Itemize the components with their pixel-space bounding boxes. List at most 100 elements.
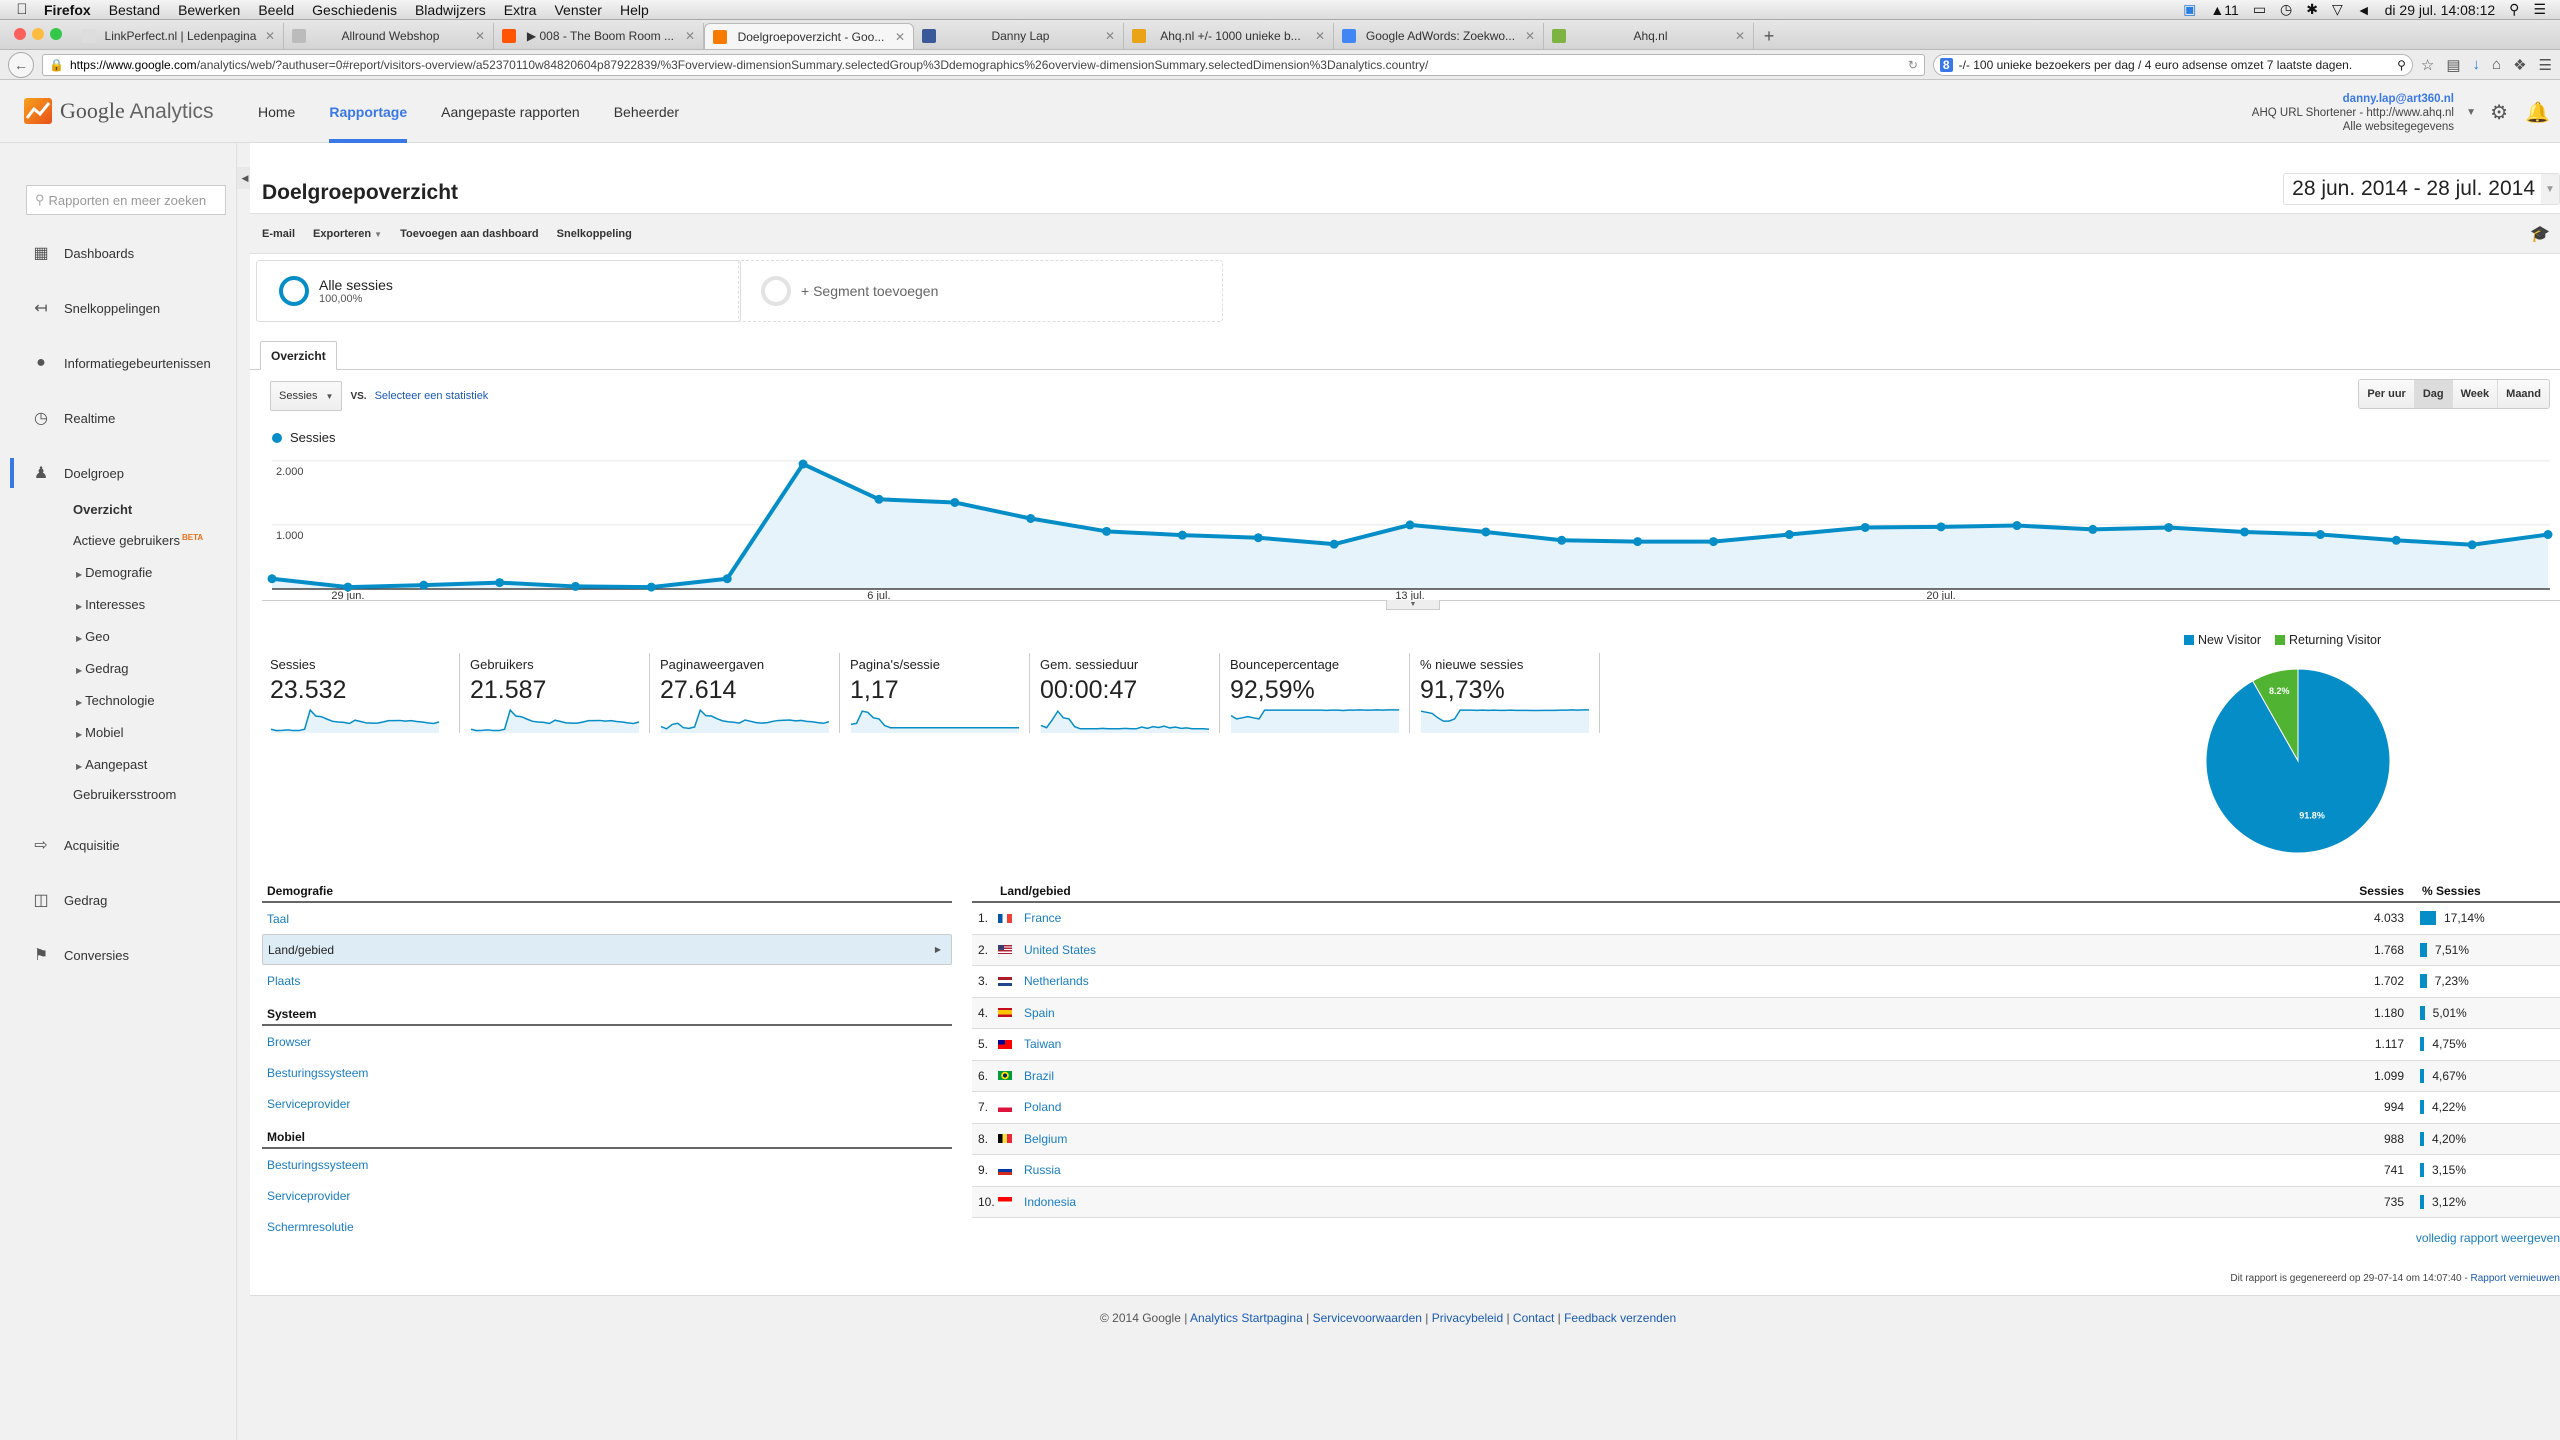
data-point[interactable] — [1177, 530, 1187, 540]
sidebar-item-shortcuts[interactable]: ↤ Snelkoppelingen — [10, 293, 237, 323]
view-full-report-link[interactable]: volledig rapport weergeven — [2416, 1231, 2560, 1245]
data-point[interactable] — [874, 494, 884, 504]
notification-center-icon[interactable]: ☰ — [2533, 1, 2546, 18]
col-pct-sessions[interactable]: % Sessies — [2404, 884, 2560, 898]
dimension-link[interactable]: Besturingssysteem — [262, 1057, 952, 1088]
pie-slice-new-visitor[interactable] — [2205, 668, 2391, 854]
tab-active[interactable]: Doelgroepoverzicht - Goo... ✕ — [704, 23, 914, 49]
sidebar-sub-user-flow[interactable]: Gebruikersstroom — [73, 787, 176, 802]
footer-link[interactable]: Feedback verzenden — [1564, 1311, 1676, 1325]
notifications-bell-icon[interactable]: 🔔 — [2525, 100, 2550, 125]
browser-tab[interactable]: Ahq.nl +/- 1000 unieke b... ✕ — [1124, 23, 1334, 49]
granularity-day[interactable]: Dag — [2413, 380, 2452, 408]
email-button[interactable]: E-mail — [262, 228, 295, 240]
close-tab-icon[interactable]: ✕ — [475, 29, 485, 43]
country-link[interactable]: Netherlands — [1024, 974, 2324, 988]
export-button[interactable]: Exporteren ▼ — [313, 228, 382, 240]
data-point[interactable] — [1557, 535, 1567, 545]
back-button[interactable]: ← — [8, 51, 34, 78]
sidebar-sub-technologie[interactable]: ▶ Technologie — [76, 693, 155, 708]
footer-link[interactable]: Analytics Startpagina — [1190, 1311, 1303, 1325]
data-point[interactable] — [798, 459, 808, 469]
close-tab-icon[interactable]: ✕ — [265, 29, 275, 43]
data-point[interactable] — [2012, 521, 2022, 531]
close-window-button[interactable] — [14, 28, 26, 40]
refresh-report-link[interactable]: Rapport vernieuwen — [2471, 1273, 2560, 1284]
data-point[interactable] — [2543, 530, 2553, 540]
menu-item[interactable]: Beeld — [258, 2, 294, 18]
segment-all-sessions[interactable]: Alle sessies 100,00% — [256, 260, 741, 322]
country-link[interactable]: Poland — [1024, 1100, 2324, 1114]
adobe-icon[interactable]: ▲11 — [2210, 2, 2238, 18]
sidebar-item-behavior[interactable]: ◫ Gedrag — [10, 885, 237, 915]
sidebar-item-dashboards[interactable]: ▦ Dashboards — [10, 238, 237, 268]
close-tab-icon[interactable]: ✕ — [1525, 29, 1535, 43]
legend-new-visitor[interactable]: New Visitor — [2184, 633, 2261, 647]
data-point[interactable] — [2164, 522, 2174, 532]
country-link[interactable]: Russia — [1024, 1163, 2324, 1177]
magnifier-icon[interactable]: ⚲ — [2397, 58, 2406, 72]
nav-beheerder[interactable]: Beheerder — [614, 80, 679, 143]
col-country[interactable]: Land/gebied — [972, 884, 2324, 898]
granularity-month[interactable]: Maand — [2497, 380, 2549, 408]
teamviewer-icon[interactable]: ▣ — [2183, 1, 2196, 18]
bookmark-star-icon[interactable]: ☆ — [2421, 56, 2434, 74]
browser-tab[interactable]: Google AdWords: Zoekwo... ✕ — [1334, 23, 1544, 49]
table-row[interactable]: 8. Belgium 988 4,20% — [972, 1123, 2560, 1155]
shortcut-button[interactable]: Snelkoppeling — [557, 228, 632, 240]
sidebar-item-realtime[interactable]: ◷ Realtime — [10, 403, 237, 433]
data-point[interactable] — [1405, 520, 1415, 530]
data-point[interactable] — [1329, 539, 1339, 549]
select-statistic-link[interactable]: Selecteer een statistiek — [375, 390, 489, 402]
add-to-dashboard-button[interactable]: Toevoegen aan dashboard — [400, 228, 539, 240]
data-point[interactable] — [646, 582, 656, 592]
table-row[interactable]: 10. Indonesia 735 3,12% — [972, 1186, 2560, 1218]
menu-item[interactable]: Extra — [504, 2, 537, 18]
menu-item[interactable]: Venster — [554, 2, 601, 18]
data-point[interactable] — [495, 578, 505, 588]
data-point[interactable] — [1026, 514, 1036, 523]
legend-returning-visitor[interactable]: Returning Visitor — [2274, 633, 2381, 647]
sidebar-sub-aangepast[interactable]: ▶ Aangepast — [76, 757, 147, 772]
reading-list-icon[interactable]: ▤ — [2446, 56, 2460, 74]
sidebar-sub-mobiel[interactable]: ▶ Mobiel — [76, 725, 123, 740]
data-point[interactable] — [2240, 527, 2250, 537]
download-icon[interactable]: ↓ — [2473, 56, 2481, 74]
dimension-link[interactable]: Plaats — [262, 965, 952, 996]
country-link[interactable]: Spain — [1024, 1006, 2324, 1020]
dimension-link[interactable]: Serviceprovider — [262, 1088, 952, 1119]
table-row[interactable]: 4. Spain 1.180 5,01% — [972, 997, 2560, 1029]
settings-gear-icon[interactable]: ⚙ — [2490, 100, 2508, 125]
dimension-link[interactable]: Browser — [262, 1026, 952, 1057]
volume-icon[interactable]: ◄ — [2357, 2, 2371, 18]
search-bar[interactable]: 8 -/- 100 unieke bezoekers per dag / 4 e… — [1932, 53, 2413, 76]
metric-card[interactable]: Gebruikers 21.587 — [460, 653, 650, 733]
data-point[interactable] — [1102, 526, 1112, 536]
sidebar-sub-active-users[interactable]: Actieve gebruikers BETA — [73, 533, 203, 548]
menu-item[interactable]: Bewerken — [178, 2, 240, 18]
dimension-link[interactable]: Land/gebied ▶ — [262, 934, 952, 965]
sidebar-sub-interesses[interactable]: ▶ Interesses — [76, 597, 145, 612]
data-point[interactable] — [1633, 537, 1643, 547]
table-row[interactable]: 2. United States 1.768 7,51% — [972, 934, 2560, 966]
academy-cap-icon[interactable]: 🎓 — [2530, 224, 2550, 244]
browser-tab[interactable]: Allround Webshop ✕ — [284, 23, 494, 49]
date-range-picker[interactable]: 28 jun. 2014 - 28 jul. 2014 ▼ — [2283, 173, 2560, 205]
metric-card[interactable]: Sessies 23.532 — [270, 653, 460, 733]
wifi-icon[interactable]: ▽ — [2332, 1, 2343, 18]
addon-icon[interactable]: ❖ — [2513, 56, 2526, 74]
spotlight-icon[interactable]: ⚲ — [2509, 1, 2519, 18]
close-tab-icon[interactable]: ✕ — [1315, 29, 1325, 43]
metric-card[interactable]: % nieuwe sessies 91,73% — [1410, 653, 1600, 733]
data-point[interactable] — [1784, 530, 1794, 540]
zoom-window-button[interactable] — [50, 28, 62, 40]
table-row[interactable]: 1. France 4.033 17,14% — [972, 903, 2560, 935]
home-icon[interactable]: ⌂ — [2492, 56, 2501, 74]
sidebar-item-intelligence[interactable]: ● Informatiegebeurtenissen — [10, 348, 237, 378]
sidebar-item-conversions[interactable]: ⚑ Conversies — [10, 940, 237, 970]
metric-card[interactable]: Gem. sessieduur 00:00:47 — [1030, 653, 1220, 733]
browser-tab[interactable]: Danny Lap ✕ — [914, 23, 1124, 49]
country-link[interactable]: Indonesia — [1024, 1195, 2324, 1209]
close-tab-icon[interactable]: ✕ — [685, 29, 695, 43]
menu-item[interactable]: Bladwijzers — [415, 2, 486, 18]
